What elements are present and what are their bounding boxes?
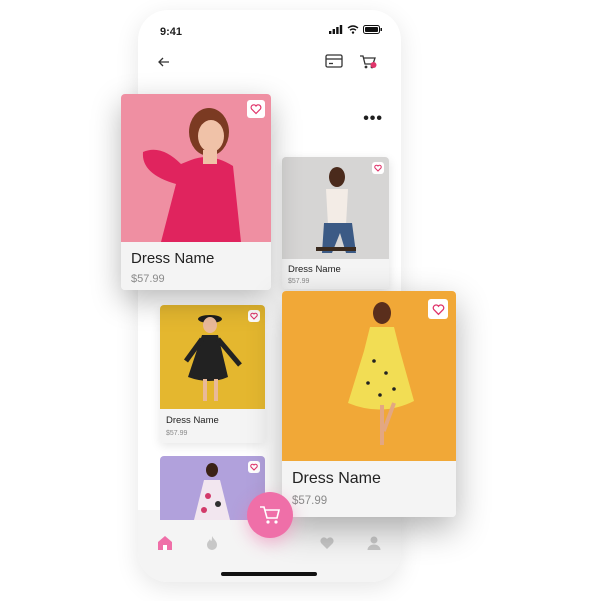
heart-icon — [320, 537, 334, 549]
heart-icon — [250, 312, 258, 320]
product-info: Dress Name $57.99 — [282, 259, 389, 289]
heart-icon — [250, 104, 262, 115]
favorite-button[interactable] — [248, 310, 260, 322]
home-icon — [158, 536, 172, 550]
shopping-cart-icon — [260, 506, 281, 524]
favorite-button[interactable] — [248, 461, 260, 473]
product-card[interactable]: Dress Name $57.99 — [160, 305, 265, 443]
product-name: Dress Name — [288, 264, 341, 275]
product-price: $57.99 — [131, 273, 165, 285]
product-price: $57.99 — [288, 278, 310, 285]
status-icons — [329, 25, 383, 34]
tab-trending[interactable] — [203, 534, 221, 552]
product-card[interactable]: Dress Name $57.99 — [282, 157, 389, 289]
product-price: $57.99 — [292, 495, 328, 507]
cart-icon — [360, 55, 377, 69]
wifi-icon — [347, 25, 359, 34]
product-price: $57.99 — [166, 430, 188, 437]
favorite-button[interactable] — [247, 100, 265, 118]
heart-icon — [250, 463, 258, 471]
back-button[interactable] — [156, 54, 172, 70]
more-button[interactable]: ••• — [363, 110, 383, 128]
product-card[interactable]: Dress Name $57.99 — [282, 291, 456, 517]
top-actions — [325, 54, 377, 75]
product-name: Dress Name — [292, 470, 381, 487]
product-name: Dress Name — [166, 415, 219, 426]
product-info: Dress Name $57.99 — [121, 242, 271, 290]
arrow-left-icon — [158, 57, 169, 67]
heart-icon — [432, 303, 444, 315]
signal-icon — [329, 25, 343, 34]
product-info: Dress Name $57.99 — [282, 461, 456, 517]
favorite-button[interactable] — [428, 299, 448, 319]
tab-profile[interactable] — [365, 534, 383, 552]
card-button[interactable] — [325, 54, 343, 75]
cart-button[interactable] — [359, 54, 377, 75]
product-name: Dress Name — [131, 250, 215, 267]
flame-icon — [207, 536, 217, 550]
credit-card-icon — [325, 54, 343, 68]
favorite-button[interactable] — [372, 162, 384, 174]
battery-icon — [363, 25, 382, 34]
tab-favorites[interactable] — [318, 534, 336, 552]
product-card[interactable]: Dress Name $57.99 — [121, 94, 271, 290]
user-icon — [367, 536, 381, 550]
home-indicator — [221, 572, 317, 576]
product-info: Dress Name $57.99 — [160, 409, 265, 443]
heart-icon — [374, 164, 382, 172]
status-time: 9:41 — [160, 26, 183, 38]
tab-home[interactable] — [156, 534, 174, 552]
cart-fab-button[interactable] — [247, 492, 293, 538]
